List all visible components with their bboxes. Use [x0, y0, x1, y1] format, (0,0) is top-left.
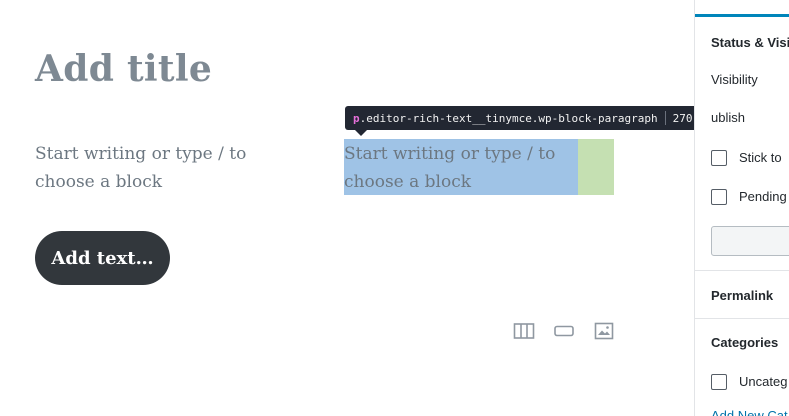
sidebar-divider	[695, 270, 789, 271]
uncategorized-checkbox[interactable]	[711, 374, 727, 390]
permalink-heading[interactable]: Permalink	[711, 288, 773, 303]
add-new-category-link[interactable]: Add New Cat	[711, 408, 788, 416]
button-block-icon[interactable]	[553, 322, 575, 340]
move-to-trash-button[interactable]	[711, 226, 789, 256]
pending-review-checkbox[interactable]	[711, 189, 727, 205]
tooltip-tag: p	[353, 111, 360, 125]
status-visibility-heading[interactable]: Status & Visi	[711, 35, 789, 50]
pending-review-label: Pending	[739, 189, 787, 204]
paragraph-block-highlighted[interactable]: Start writing or type / to choose a bloc…	[344, 140, 579, 196]
publish-label: ublish	[711, 110, 745, 125]
tooltip-separator	[664, 111, 666, 125]
sidebar-divider	[695, 318, 789, 319]
paragraph-block-placeholder[interactable]: Start writing or type / to choose a bloc…	[35, 140, 270, 196]
categories-heading[interactable]: Categories	[711, 335, 778, 350]
visibility-label: Visibility	[711, 72, 758, 87]
uncategorized-label: Uncateg	[739, 374, 788, 389]
stick-to-top-label: Stick to	[739, 150, 782, 165]
tooltip-class-selector: .editor-rich-text__tinymce.wp-block-para…	[359, 111, 658, 125]
tooltip-arrow	[355, 130, 367, 136]
image-icon[interactable]	[593, 322, 615, 340]
inspector-padding-highlight	[578, 139, 614, 195]
columns-icon[interactable]	[513, 322, 535, 340]
stick-to-top-checkbox[interactable]	[711, 150, 727, 166]
settings-sidebar: Status & Visi Visibility ublish Stick to…	[694, 0, 789, 416]
sidebar-active-tab-indicator	[695, 14, 789, 17]
post-title-input[interactable]: Add title	[35, 48, 212, 90]
editor-canvas: Add title Start writing or type / to cho…	[0, 0, 734, 416]
add-text-button[interactable]: Add text…	[35, 231, 170, 285]
devtools-inspect-tooltip: p .editor-rich-text__tinymce.wp-block-pa…	[345, 106, 734, 130]
